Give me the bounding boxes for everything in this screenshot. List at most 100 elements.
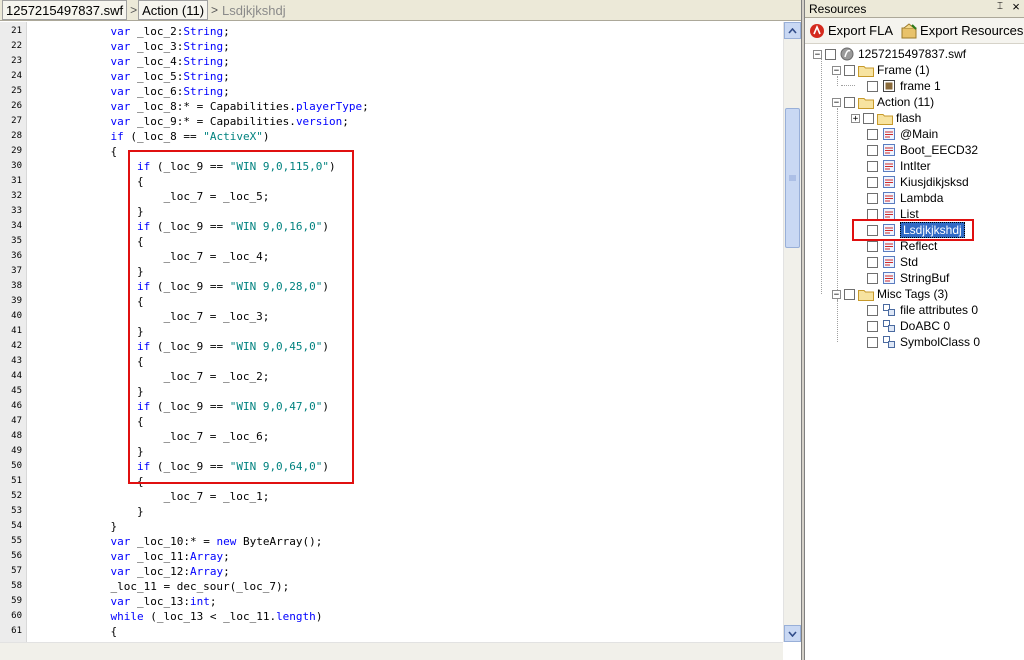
checkbox[interactable]: [867, 304, 878, 316]
code-line: 22 var _loc_3:String;: [0, 39, 783, 54]
tree-node-action-intiter[interactable]: IntIter: [867, 158, 931, 174]
tree-node-action-flash[interactable]: + flash: [851, 110, 921, 126]
breadcrumb-current[interactable]: Lsdjkjkshdj: [219, 1, 289, 19]
scroll-up-button[interactable]: [784, 22, 801, 39]
tree-node-misc-symbolclass[interactable]: SymbolClass 0: [867, 334, 980, 350]
line-number: 36: [11, 251, 22, 261]
checkbox[interactable]: [867, 256, 878, 268]
scroll-thumb[interactable]: [785, 108, 800, 248]
checkbox[interactable]: [844, 64, 855, 76]
vertical-scrollbar[interactable]: [783, 22, 801, 642]
breadcrumb-action[interactable]: Action (11): [138, 0, 209, 20]
line-number: 30: [11, 161, 22, 171]
collapse-icon[interactable]: −: [832, 289, 841, 299]
code-text: }: [31, 325, 144, 338]
checkbox[interactable]: [867, 192, 878, 204]
code-text: var _loc_9:* = Capabilities.version;: [110, 115, 349, 128]
line-number: 58: [11, 581, 22, 591]
checkbox[interactable]: [844, 96, 855, 108]
checkbox[interactable]: [867, 320, 878, 332]
export-resources-icon: [901, 22, 917, 39]
code-area[interactable]: 21 var _loc_2:String; 22 var _loc_3:Strin…: [0, 22, 783, 642]
tree-node-frame-group[interactable]: − Frame (1): [832, 62, 930, 78]
chevron-up-icon: [788, 27, 797, 34]
line-number: 26: [11, 101, 22, 111]
script-icon: [881, 127, 897, 141]
collapse-icon[interactable]: −: [832, 97, 841, 107]
scroll-down-button[interactable]: [784, 625, 801, 642]
checkbox[interactable]: [844, 288, 855, 300]
code-line: 29 {: [0, 144, 783, 159]
export-resources-label: Export Resources: [920, 23, 1024, 38]
tag-icon: [881, 335, 897, 349]
pin-icon[interactable]: ⌶: [993, 1, 1007, 12]
checkbox[interactable]: [863, 112, 874, 124]
script-icon: [881, 143, 897, 157]
code-text: _loc_7 = _loc_5;: [31, 190, 270, 203]
code-text: _loc_7 = _loc_2;: [31, 370, 270, 383]
code-text: _loc_7 = _loc_4;: [31, 250, 270, 263]
code-text: }: [31, 385, 144, 398]
tree-node-action-main[interactable]: @Main: [867, 126, 938, 142]
line-number: 48: [11, 431, 22, 441]
checkbox[interactable]: [867, 272, 878, 284]
line-number: 27: [11, 116, 22, 126]
code-text: if (_loc_9 == "WIN 9,0,47,0"): [136, 400, 330, 413]
tree-node-misc-doabc[interactable]: DoABC 0: [867, 318, 950, 334]
tree-node-action-lsdjkjkshdj[interactable]: Lsdjkjkshdj: [867, 222, 965, 238]
grip-icon: [789, 175, 796, 181]
tree-node-action-std[interactable]: Std: [867, 254, 918, 270]
checkbox[interactable]: [867, 240, 878, 252]
line-number: 38: [11, 281, 22, 291]
code-line: 31 {: [0, 174, 783, 189]
tree-node-frame-item[interactable]: frame 1: [867, 78, 941, 94]
export-resources-button[interactable]: Export Resources: [901, 22, 1024, 39]
chevron-down-icon: [788, 630, 797, 637]
code-text: var _loc_13:int;: [110, 595, 217, 608]
tree-label: Misc Tags (3): [877, 287, 949, 301]
tree-node-root[interactable]: − 1257215497837.swf: [813, 46, 966, 62]
script-icon: [881, 271, 897, 285]
tree-node-misc-group[interactable]: − Misc Tags (3): [832, 286, 948, 302]
tree-node-action-list[interactable]: List: [867, 206, 919, 222]
tree-node-action-reflect[interactable]: Reflect: [867, 238, 937, 254]
tree-node-action-boot[interactable]: Boot_EECD32: [867, 142, 978, 158]
code-text: }: [31, 505, 144, 518]
code-text: var _loc_5:String;: [110, 70, 230, 83]
code-line: 34 if (_loc_9 == "WIN 9,0,16,0"): [0, 219, 783, 234]
close-icon[interactable]: ×: [1009, 0, 1023, 14]
expand-icon[interactable]: +: [851, 113, 860, 123]
checkbox[interactable]: [867, 128, 878, 140]
tree-node-action-stringbuf[interactable]: StringBuf: [867, 270, 949, 286]
code-line: 39 {: [0, 294, 783, 309]
checkbox[interactable]: [867, 144, 878, 156]
checkbox[interactable]: [867, 80, 878, 92]
tree-node-action-lambda[interactable]: Lambda: [867, 190, 943, 206]
collapse-icon[interactable]: −: [832, 65, 841, 75]
script-icon: [881, 223, 897, 237]
code-text: {: [31, 295, 144, 308]
tree-label: StringBuf: [900, 271, 950, 285]
tree-connector: [841, 85, 855, 86]
line-number: 46: [11, 401, 22, 411]
horizontal-scrollbar[interactable]: [0, 642, 783, 660]
resource-tree[interactable]: − 1257215497837.swf − Frame (1) frame 1: [805, 44, 1024, 644]
code-line: 56 var _loc_11:Array;: [0, 549, 783, 564]
script-icon: [881, 255, 897, 269]
checkbox[interactable]: [867, 224, 878, 236]
code-editor[interactable]: 1257215497837.swf > Action (11) > Lsdjkj…: [0, 0, 802, 660]
tree-node-action-kiusjdikjsksd[interactable]: Kiusjdikjsksd: [867, 174, 969, 190]
checkbox[interactable]: [867, 336, 878, 348]
tree-node-misc-file-attributes[interactable]: file attributes 0: [867, 302, 978, 318]
checkbox[interactable]: [825, 48, 836, 60]
checkbox[interactable]: [867, 160, 878, 172]
tree-label: Std: [900, 255, 919, 269]
code-text: while (_loc_13 < _loc_11.length): [110, 610, 323, 623]
export-fla-button[interactable]: Export FLA: [809, 23, 893, 39]
code-line: 21 var _loc_2:String;: [0, 24, 783, 39]
breadcrumb-file[interactable]: 1257215497837.swf: [2, 0, 128, 20]
checkbox[interactable]: [867, 176, 878, 188]
tree-node-action-group[interactable]: − Action (11): [832, 94, 934, 110]
checkbox[interactable]: [867, 208, 878, 220]
collapse-icon[interactable]: −: [813, 49, 822, 59]
